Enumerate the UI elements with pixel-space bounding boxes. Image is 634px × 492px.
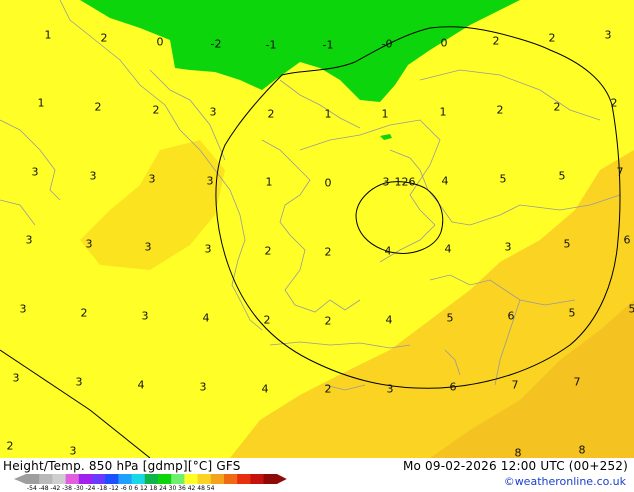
temperature-label: 4 bbox=[445, 244, 452, 255]
temperature-label: 3 bbox=[26, 235, 33, 246]
temperature-label: 7 bbox=[617, 167, 624, 178]
temperature-label: 0 bbox=[441, 38, 448, 49]
scale-swatch bbox=[184, 474, 198, 484]
scale-swatch bbox=[198, 474, 212, 484]
temperature-label: 1 bbox=[266, 177, 273, 188]
temperature-label: 2 bbox=[611, 98, 618, 109]
temperature-label: 2 bbox=[101, 33, 108, 44]
scale-right-arrow bbox=[277, 474, 287, 484]
scale-swatch bbox=[79, 474, 93, 484]
temperature-label: -0 bbox=[382, 39, 393, 50]
temperature-label: 3 bbox=[210, 107, 217, 118]
temperature-label: 6 bbox=[450, 382, 457, 393]
temperature-label: 3 bbox=[70, 446, 77, 457]
temperature-label: 3 bbox=[86, 239, 93, 250]
temperature-label: 3 bbox=[90, 171, 97, 182]
scale-swatch bbox=[92, 474, 106, 484]
temperature-label: 2 bbox=[497, 105, 504, 116]
forecast-datetime: Mo 09-02-2026 12:00 UTC (00+252) bbox=[403, 459, 628, 473]
temperature-label: 2 bbox=[554, 102, 561, 113]
scale-swatch bbox=[171, 474, 185, 484]
credit-link[interactable]: ©weatheronline.co.uk bbox=[504, 475, 626, 488]
scale-swatch bbox=[66, 474, 80, 484]
scale-swatch bbox=[237, 474, 251, 484]
temperature-label: 3 bbox=[387, 384, 394, 395]
temperature-label: 6 bbox=[624, 235, 631, 246]
temperature-label: 2 bbox=[95, 102, 102, 113]
scale-swatch bbox=[250, 474, 264, 484]
temperature-label: 2 bbox=[268, 109, 275, 120]
temperature-label: 3 bbox=[207, 176, 214, 187]
scale-swatch bbox=[52, 474, 66, 484]
temperature-label: 1 bbox=[382, 109, 389, 120]
temperature-label: 5 bbox=[564, 239, 571, 250]
temperature-label: 0 bbox=[325, 178, 332, 189]
temperature-label: 3 bbox=[505, 242, 512, 253]
temperature-label: -1 bbox=[323, 40, 334, 51]
color-scale-ticks: -54 -48 -42 -38 -30 -24 -18 -12 -6 0 6 1… bbox=[27, 485, 214, 492]
temperature-label: 2 bbox=[7, 441, 14, 452]
temperature-label: 4 bbox=[386, 315, 393, 326]
temperature-label: 0 bbox=[157, 37, 164, 48]
map-title: Height/Temp. 850 hPa [gdmp][°C] GFS bbox=[3, 459, 241, 473]
temperature-label: 5 bbox=[447, 313, 454, 324]
footer: Height/Temp. 850 hPa [gdmp][°C] GFS Mo 0… bbox=[0, 458, 634, 490]
temperature-label: 1 bbox=[325, 109, 332, 120]
temperature-label: 2 bbox=[81, 308, 88, 319]
color-scale-bar bbox=[14, 473, 294, 485]
map-graphics bbox=[0, 0, 634, 458]
temperature-label: 3 bbox=[20, 304, 27, 315]
contour-value-label: 126 bbox=[395, 177, 416, 188]
temperature-label: 5 bbox=[569, 308, 576, 319]
temperature-label: 3 bbox=[145, 242, 152, 253]
temperature-label: 3 bbox=[32, 167, 39, 178]
temperature-label: 2 bbox=[325, 384, 332, 395]
temperature-label: 5 bbox=[500, 174, 507, 185]
temperature-label: 2 bbox=[325, 316, 332, 327]
scale-swatch bbox=[158, 474, 172, 484]
scale-swatch bbox=[264, 474, 278, 484]
temperature-label: 4 bbox=[442, 176, 449, 187]
temperature-label: 6 bbox=[508, 311, 515, 322]
temperature-label: 4 bbox=[203, 313, 210, 324]
scale-swatch bbox=[26, 474, 40, 484]
temperature-label: 4 bbox=[385, 246, 392, 257]
temperature-label: 3 bbox=[205, 244, 212, 255]
scale-swatch bbox=[211, 474, 225, 484]
temperature-label: 1 bbox=[440, 107, 447, 118]
temperature-label: 4 bbox=[262, 384, 269, 395]
temperature-label: 3 bbox=[383, 177, 390, 188]
temperature-label: 7 bbox=[512, 380, 519, 391]
scale-swatch bbox=[105, 474, 119, 484]
temperature-label: 3 bbox=[76, 377, 83, 388]
temperature-label: 1 bbox=[38, 98, 45, 109]
temperature-label: 2 bbox=[153, 105, 160, 116]
temperature-label: -2 bbox=[211, 39, 222, 50]
temperature-label: -1 bbox=[266, 40, 277, 51]
temperature-label: 3 bbox=[149, 174, 156, 185]
temperature-label: 8 bbox=[515, 448, 522, 459]
temperature-label: 2 bbox=[493, 36, 500, 47]
temperature-label: 3 bbox=[13, 373, 20, 384]
scale-swatch bbox=[118, 474, 132, 484]
temperature-label: 4 bbox=[138, 380, 145, 391]
temperature-label: 3 bbox=[200, 382, 207, 393]
scale-swatch bbox=[224, 474, 238, 484]
scale-left-arrow bbox=[14, 474, 26, 484]
scale-swatch bbox=[132, 474, 146, 484]
temperature-label: 2 bbox=[264, 315, 271, 326]
temperature-label: 1 bbox=[45, 30, 52, 41]
temperature-label: 5 bbox=[559, 171, 566, 182]
weather-map: 1 2 0 -2 -1 -1 -0 0 2 2 3 1 2 2 3 2 1 1 1 2 2 2 3 3 3 3 1 0 3 4 5 5 7 3 3 3… bbox=[0, 0, 634, 458]
temperature-label: 2 bbox=[549, 33, 556, 44]
scale-swatch bbox=[39, 474, 53, 484]
temperature-label: 2 bbox=[265, 246, 272, 257]
temperature-label: 3 bbox=[605, 30, 612, 41]
temperature-label: 2 bbox=[325, 247, 332, 258]
temperature-label: 7 bbox=[574, 377, 581, 388]
scale-swatch bbox=[145, 474, 159, 484]
temperature-label: 5 bbox=[629, 304, 634, 315]
temperature-label: 8 bbox=[579, 445, 586, 456]
temperature-label: 3 bbox=[142, 311, 149, 322]
